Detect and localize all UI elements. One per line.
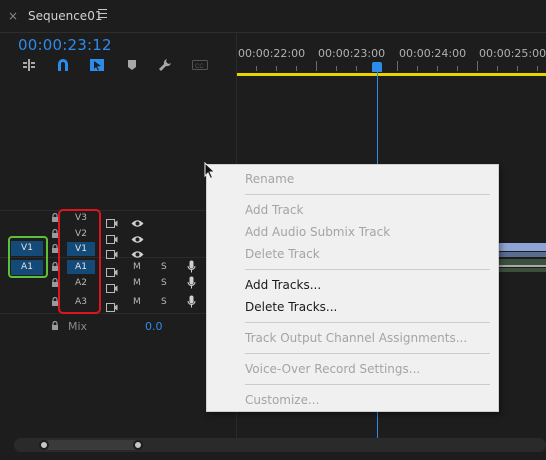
video-clip[interactable]: [496, 243, 546, 251]
close-tab-icon[interactable]: ×: [8, 9, 18, 23]
time-ruler[interactable]: 00:00:22:00 00:00:23:00 00:00:24:00 00:0…: [236, 33, 546, 75]
ruler-label-24: 00:00:24:00: [399, 47, 467, 60]
menu-item-delete-track[interactable]: Delete Track: [245, 246, 320, 262]
menu-item-track-output-assignments[interactable]: Track Output Channel Assignments...: [245, 330, 467, 346]
audio-waveform: [496, 265, 546, 267]
ruler-label-22: 00:00:22:00: [238, 47, 306, 60]
scrollbar-left-handle[interactable]: [39, 440, 49, 450]
voice-over-mic-icon[interactable]: [187, 294, 196, 308]
menu-item-voice-over-settings[interactable]: Voice-Over Record Settings...: [245, 361, 420, 377]
menu-item-add-audio-submix-track[interactable]: Add Audio Submix Track: [245, 224, 390, 240]
menu-separator: [245, 353, 490, 354]
sequence-tab-title[interactable]: Sequence01: [28, 8, 102, 24]
track-context-menu: Rename Add Track Add Audio Submix Track …: [206, 164, 499, 412]
track-v3: V3: [0, 210, 236, 228]
toggle-output-eye-icon[interactable]: [131, 229, 144, 243]
source-patch-highlight: [8, 236, 48, 278]
mix-lock-icon[interactable]: [51, 321, 59, 331]
work-area-bar[interactable]: [236, 73, 546, 76]
menu-item-add-tracks[interactable]: Add Tracks...: [245, 277, 321, 293]
menu-separator: [245, 194, 490, 195]
voice-over-mic-icon[interactable]: [187, 275, 196, 289]
mouse-pointer-icon: [204, 161, 216, 180]
sync-lock-icon[interactable]: [106, 213, 118, 228]
captions-icon[interactable]: CC: [192, 58, 208, 72]
menu-item-customize[interactable]: Customize...: [245, 392, 319, 408]
solo-button[interactable]: S: [161, 261, 167, 273]
playhead-timecode[interactable]: 00:00:23:12: [18, 36, 112, 54]
solo-button[interactable]: S: [161, 277, 167, 289]
scrollbar-right-handle[interactable]: [133, 440, 143, 450]
mute-button[interactable]: M: [133, 296, 141, 308]
linked-selection-icon[interactable]: [90, 58, 104, 72]
mute-button[interactable]: M: [133, 261, 141, 273]
voice-over-mic-icon[interactable]: [187, 259, 196, 273]
audio-clip-edge: [496, 268, 546, 272]
sync-lock-icon[interactable]: [106, 244, 118, 259]
track-separator: [0, 313, 236, 314]
menu-item-delete-tracks[interactable]: Delete Tracks...: [245, 299, 337, 315]
wrench-icon[interactable]: [158, 58, 172, 72]
menu-separator: [245, 384, 490, 385]
sync-lock-icon[interactable]: [106, 278, 118, 293]
menu-separator: [245, 322, 490, 323]
track-a3: A3 M S: [0, 294, 236, 312]
menu-separator: [245, 269, 490, 270]
menu-item-add-track[interactable]: Add Track: [245, 202, 303, 218]
svg-text:CC: CC: [195, 64, 204, 70]
sync-lock-icon[interactable]: [106, 262, 118, 277]
ripple-insert-icon[interactable]: [22, 58, 36, 72]
playhead-handle[interactable]: [372, 62, 382, 72]
sync-lock-icon[interactable]: [106, 229, 118, 244]
toggle-output-eye-icon[interactable]: [131, 213, 144, 227]
sync-lock-icon[interactable]: [106, 297, 118, 312]
video-clip-edge: [496, 252, 546, 257]
solo-button[interactable]: S: [161, 296, 167, 308]
panel-menu-icon[interactable]: [98, 9, 107, 18]
track-targeting-highlight: [58, 209, 101, 314]
mix-volume-value[interactable]: 0.0: [145, 320, 163, 333]
ruler-label-23: 00:00:23:00: [318, 47, 386, 60]
ruler-label-25: 00:00:25:00: [479, 47, 546, 60]
panel-tab-bar: × Sequence01: [0, 0, 546, 33]
toggle-output-eye-icon[interactable]: [131, 244, 144, 258]
snap-magnet-icon[interactable]: [56, 58, 70, 72]
mute-button[interactable]: M: [133, 277, 141, 289]
mix-track-label: Mix: [68, 320, 88, 333]
scrollbar-thumb[interactable]: [44, 440, 140, 450]
marker-icon[interactable]: [125, 58, 139, 72]
menu-item-rename[interactable]: Rename: [245, 171, 294, 187]
